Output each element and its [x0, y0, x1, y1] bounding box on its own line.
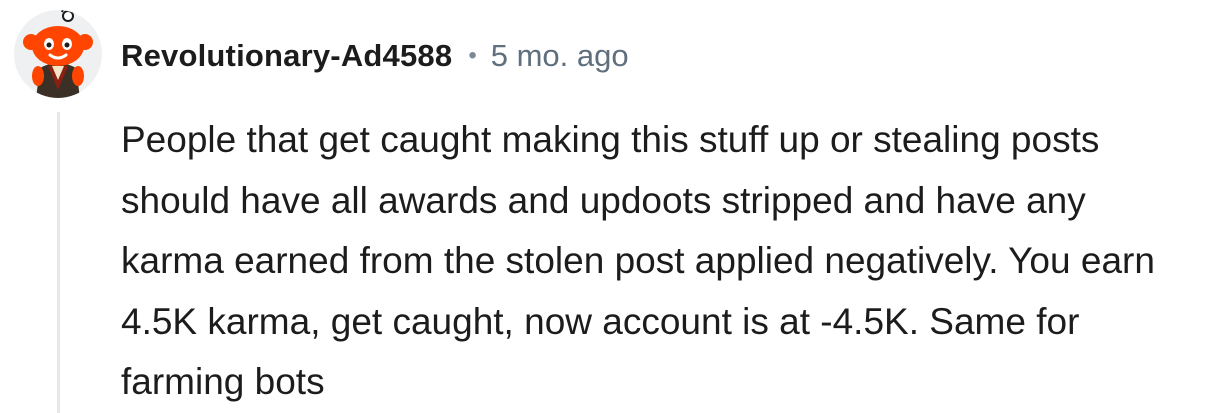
comment-body: People that get caught making this stuff… — [121, 119, 1155, 402]
timestamp[interactable]: 5 mo. ago — [491, 38, 629, 74]
username-link[interactable]: Revolutionary-Ad4588 — [121, 38, 452, 74]
meta-separator: • — [468, 42, 477, 69]
snoo-avatar-icon — [23, 10, 93, 98]
thread-line[interactable] — [57, 112, 60, 413]
comment-header: Revolutionary-Ad4588 • 5 mo. ago — [121, 30, 629, 82]
comment: Revolutionary-Ad4588 • 5 mo. ago People … — [0, 0, 1206, 413]
avatar[interactable] — [14, 10, 102, 98]
